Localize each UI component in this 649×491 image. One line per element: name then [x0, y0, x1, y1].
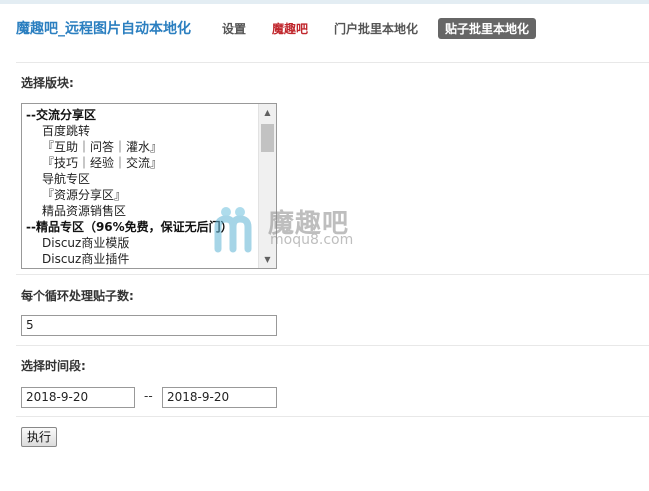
time-range-label: 选择时间段: [21, 359, 86, 373]
forum-option[interactable]: 导航专区 [22, 171, 258, 187]
date-range-separator: -- [144, 389, 153, 403]
end-date-input[interactable]: 2018-9-20 [162, 387, 277, 408]
nav-menu: 设置 魔趣吧 门户批里本地化 贴子批里本地化 [216, 18, 550, 39]
forum-option[interactable]: 『技巧｜经验｜交流』 [22, 155, 258, 171]
nav-settings[interactable]: 设置 [216, 18, 252, 39]
execute-button[interactable]: 执行 [21, 427, 57, 447]
nav-portal-batch-localize[interactable]: 门户批里本地化 [328, 18, 424, 39]
forum-option[interactable]: 『资源分享区』 [22, 187, 258, 203]
forum-select-label: 选择版块: [21, 76, 74, 90]
divider [16, 62, 649, 63]
scroll-thumb[interactable] [261, 124, 274, 152]
posts-per-loop-label: 每个循环处理贴子数: [21, 289, 134, 303]
start-date-input[interactable]: 2018-9-20 [21, 387, 135, 408]
watermark-logo: 魔趣吧 moqu8.com [212, 203, 382, 253]
app-title: 魔趣吧_远程图片自动本地化 [16, 21, 191, 37]
divider [16, 345, 649, 346]
forum-group-option[interactable]: --交流分享区 [22, 107, 258, 123]
forum-option[interactable]: 『互助｜问答｜灌水』 [22, 139, 258, 155]
nav-post-batch-localize[interactable]: 贴子批里本地化 [438, 18, 537, 39]
nav-moqu8-link[interactable]: 魔趣吧 [266, 18, 314, 39]
forum-option[interactable]: Discuz商业插件 [22, 251, 258, 267]
scroll-up-arrow-icon[interactable]: ▲ [259, 104, 276, 121]
forum-option[interactable]: 百度跳转 [22, 123, 258, 139]
divider [16, 274, 649, 275]
watermark-domain: moqu8.com [270, 232, 354, 248]
watermark-m-icon [214, 207, 252, 253]
divider [16, 416, 649, 417]
posts-per-loop-input[interactable]: 5 [21, 315, 277, 336]
header: 魔趣吧_远程图片自动本地化 设置 魔趣吧 门户批里本地化 贴子批里本地化 [0, 4, 649, 46]
scroll-down-arrow-icon[interactable]: ▼ [259, 251, 276, 268]
